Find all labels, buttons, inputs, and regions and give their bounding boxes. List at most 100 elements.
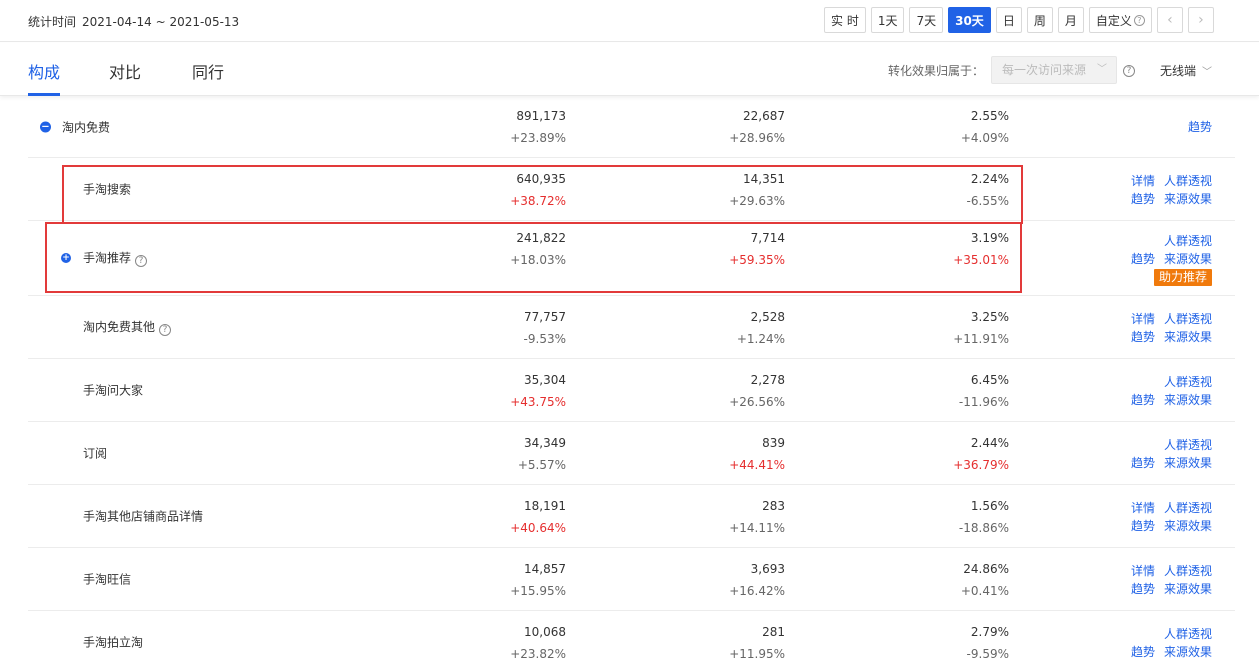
metric-value: 3.25% [970,309,1009,324]
metric-value: 6.45% [970,372,1009,387]
collapse-icon[interactable]: − [40,121,51,132]
period-month-button[interactable]: 月 [1057,7,1084,33]
source-name-text: 手淘问大家 [83,383,144,398]
metric-cell: 283 +14.11% [645,497,785,537]
help-icon[interactable]: ? [159,324,172,336]
row-action-link[interactable]: 趋势 [1131,393,1155,407]
row-action-link[interactable]: 趋势 [1131,645,1155,659]
row-action-link[interactable]: 人群透视 [1164,564,1212,578]
metric-value: 10,068 [524,624,566,639]
attribution-select[interactable]: 每一次访问来源 ﹀ [991,56,1117,84]
row-action-link[interactable]: 详情 [1131,564,1155,578]
period-custom-button[interactable]: 自定义? [1088,7,1152,33]
row-action-link[interactable]: 来源效果 [1164,330,1212,344]
metric-change: +40.64% [510,520,566,535]
source-name-text: 淘内免费 [62,120,111,134]
metric-change: +59.35% [729,252,785,267]
period-30day-button[interactable]: 30天 [948,7,991,33]
tab-peers[interactable]: 同行 [192,59,224,83]
metric-cell: 2.55% +4.09% [869,107,1009,147]
metric-value: 1.56% [970,498,1009,513]
row-action-link[interactable]: 来源效果 [1164,252,1212,266]
attribution-label: 转化效果归属于： [888,64,985,78]
row-action-link[interactable]: 人群透视 [1164,312,1212,326]
row-action-link[interactable]: 详情 [1131,501,1155,515]
row-action-link[interactable]: 趋势 [1131,456,1155,470]
row-action-link[interactable]: 人群透视 [1164,501,1212,515]
row-action-link[interactable]: 趋势 [1131,192,1155,206]
row-action-link[interactable]: 来源效果 [1164,393,1212,407]
period-realtime-button[interactable]: 实 时 [824,7,866,33]
metric-change: +26.56% [729,394,785,409]
row-action-link[interactable]: 来源效果 [1164,456,1212,470]
metric-change: +16.42% [729,583,785,598]
row-action-link[interactable]: 趋势 [1131,519,1155,533]
row-actions: 人群透视 趋势 来源效果 [1122,436,1212,472]
period-day-button[interactable]: 日 [995,7,1022,33]
help-icon[interactable]: ? [135,255,148,267]
source-name: 手淘拍立淘 [83,634,143,651]
row-action-link[interactable]: 来源效果 [1164,582,1212,596]
source-name-text: 手淘推荐 [83,251,132,265]
row-action-link[interactable]: 详情 [1131,174,1155,188]
period-7day-button[interactable]: 7天 [909,7,944,33]
metric-value: 34,349 [524,435,566,450]
metric-change: +35.01% [953,252,1009,267]
device-select[interactable]: 无线端 ﹀ [1160,62,1212,79]
row-action-link[interactable]: 人群透视 [1164,438,1212,452]
metric-value: 640,935 [516,171,566,186]
source-name-text: 手淘旺信 [83,572,132,587]
boost-recommend-badge[interactable]: 助力推荐 [1153,268,1212,286]
action-line: 趋势 来源效果 [1122,328,1212,346]
metric-cell: 34,349 +5.57% [426,434,566,474]
chevron-down-icon: ﹀ [1202,67,1213,78]
action-line: 趋势 来源效果 [1122,454,1212,472]
tab-compare[interactable]: 对比 [109,59,141,83]
metric-change: +23.82% [510,646,566,661]
metric-value: 2.24% [970,171,1009,186]
row-action-link[interactable]: 人群透视 [1164,375,1212,389]
expand-icon[interactable]: + [61,253,71,263]
row-action-link[interactable]: 人群透视 [1164,174,1212,188]
row-action-link[interactable]: 趋势 [1131,582,1155,596]
period-week-button[interactable]: 周 [1026,7,1053,33]
action-line: 人群透视 [1122,625,1212,643]
tab-composition[interactable]: 构成 [28,59,60,83]
chevron-down-icon: ﹀ [1097,64,1107,75]
metric-change: +23.89% [510,131,566,145]
row-action-link[interactable]: 趋势 [1131,330,1155,344]
metric-change: +15.95% [510,583,566,598]
metric-cell: 18,191 +40.64% [426,497,566,537]
table-row: 手淘搜索 640,935 +38.72% 14,351 +29.63% 2.24% -6.5… [28,158,1235,221]
metric-cell: 2,278 +26.56% [645,371,785,411]
metric-value: 7,714 [750,230,785,245]
metric-cell: 6.45% -11.96% [869,371,1009,411]
row-action-link[interactable]: 来源效果 [1164,645,1212,659]
row-action-link[interactable]: 人群透视 [1164,627,1212,641]
metric-change: +11.95% [729,646,785,661]
row-action-link[interactable]: 来源效果 [1164,519,1212,533]
prev-period-button[interactable]: ‹ [1156,7,1183,33]
row-action-link[interactable]: 趋势 [1188,120,1212,134]
metric-value: 281 [762,624,785,639]
row-actions: 详情 人群透视 趋势 来源效果 [1122,172,1212,208]
row-actions: 人群透视 趋势 来源效果 [1122,373,1212,409]
metric-change: +43.75% [510,394,566,409]
row-action-link[interactable]: 详情 [1131,312,1155,326]
metric-cell: 2.79% -9.59% [869,623,1009,663]
table-row: 订阅 34,349 +5.57% 839 +44.41% 2.44% +36.79% 人群透视… [28,422,1235,485]
source-name-text: 手淘拍立淘 [83,635,144,650]
metric-change: +5.57% [517,457,566,472]
row-action-link[interactable]: 来源效果 [1164,192,1212,206]
row-action-link[interactable]: 人群透视 [1164,234,1212,248]
metric-value: 283 [762,498,785,513]
help-icon[interactable]: ? [1123,65,1135,77]
table-row: − 淘内免费 891,173 +23.89% 22,687 +28.96% 2.55% +4.… [28,96,1235,158]
period-1day-button[interactable]: 1天 [870,7,905,33]
metric-value: 24.86% [963,561,1009,576]
metric-cell: 2,528 +1.24% [645,308,785,348]
action-line: 趋势 来源效果 [1122,190,1212,208]
row-action-link[interactable]: 趋势 [1131,252,1155,266]
next-period-button[interactable]: › [1187,7,1214,33]
metric-value: 14,857 [524,561,566,576]
